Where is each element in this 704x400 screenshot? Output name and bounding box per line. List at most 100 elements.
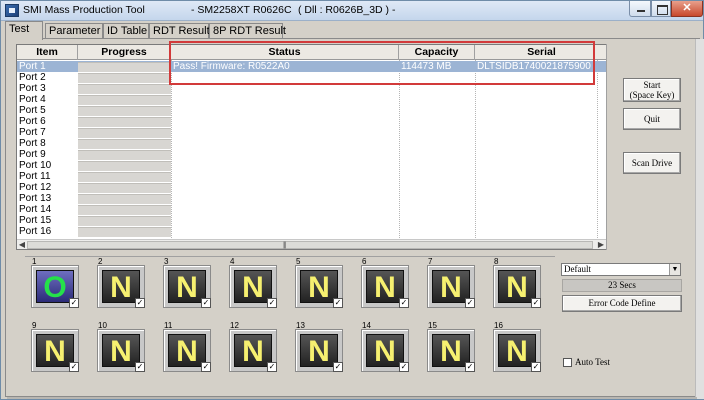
horizontal-scrollbar[interactable]: ◀ ||| ▶ <box>17 239 606 249</box>
port-enable-checkbox[interactable]: ✓ <box>69 298 79 308</box>
minimize-button[interactable] <box>629 1 651 17</box>
table-row[interactable]: Port 4 <box>17 94 606 105</box>
table-row[interactable]: Port 9 <box>17 149 606 160</box>
port-status-frame: N ✓ <box>97 329 145 372</box>
table-row[interactable]: Port 5 <box>17 105 606 116</box>
port-status-frame: N ✓ <box>163 265 211 308</box>
table-row[interactable]: Port 15 <box>17 215 606 226</box>
port-tile[interactable]: 11 N ✓ <box>157 321 215 376</box>
auto-test-checkbox[interactable]: Auto Test <box>563 357 610 368</box>
tab-id-table[interactable]: ID Table <box>103 23 149 39</box>
port-tile[interactable]: 15 N ✓ <box>421 321 479 376</box>
port-enable-checkbox[interactable]: ✓ <box>333 362 343 372</box>
app-icon <box>5 4 19 17</box>
controller-label: - SM2258XT <box>191 4 250 16</box>
port-state-letter: O <box>43 271 67 304</box>
port-tile[interactable]: 8 N ✓ <box>487 257 545 312</box>
port-enable-checkbox[interactable]: ✓ <box>69 362 79 372</box>
progress-bar <box>78 106 171 116</box>
column-header-progress[interactable]: Progress <box>78 45 171 60</box>
scroll-right-icon[interactable]: ▶ <box>596 240 606 249</box>
port-tile[interactable]: 16 N ✓ <box>487 321 545 376</box>
profile-select[interactable]: Default ▼ <box>561 263 681 276</box>
table-row[interactable]: Port 14 <box>17 204 606 215</box>
status-divider <box>7 397 697 399</box>
column-header-status[interactable]: Status <box>171 45 399 60</box>
port-item-label: Port 7 <box>19 127 46 138</box>
error-code-define-button[interactable]: Error Code Define <box>562 295 682 312</box>
progress-bar <box>78 139 171 149</box>
port-tile[interactable]: 5 N ✓ <box>289 257 347 312</box>
start-shortcut-label: (Space Key) <box>629 90 675 100</box>
table-row[interactable]: Port 7 <box>17 127 606 138</box>
table-row[interactable]: Port 10 <box>17 160 606 171</box>
start-button[interactable]: Start (Space Key) <box>623 78 681 102</box>
scroll-left-icon[interactable]: ◀ <box>17 240 27 249</box>
window-title: SMI Mass Production Tool <box>23 4 145 16</box>
table-row[interactable]: Port 6 <box>17 116 606 127</box>
port-item-label: Port 14 <box>19 204 52 215</box>
column-header-serial[interactable]: Serial <box>475 45 606 60</box>
port-status-frame: N ✓ <box>295 265 343 308</box>
list-header: Item Progress Status Capacity Serial <box>17 45 606 60</box>
tab-8p-rdt-result[interactable]: 8P RDT Result <box>209 23 286 39</box>
port-enable-checkbox[interactable]: ✓ <box>531 298 541 308</box>
table-row[interactable]: Port 2 <box>17 72 606 83</box>
port-grid: 1 O ✓ 2 N ✓ 3 N ✓ 4 N ✓ 5 N ✓ 6 N ✓ 7 N ✓ 8 N ✓ 9 N ✓ 10 N ✓ 11 N ✓ 12 N ✓ 1… <box>25 256 555 386</box>
port-tile[interactable]: 13 N ✓ <box>289 321 347 376</box>
close-button[interactable]: ✕ <box>671 1 703 17</box>
table-row[interactable]: Port 11 <box>17 171 606 182</box>
port-enable-checkbox[interactable]: ✓ <box>465 298 475 308</box>
port-enable-checkbox[interactable]: ✓ <box>531 362 541 372</box>
port-state-letter: N <box>374 271 396 304</box>
port-enable-checkbox[interactable]: ✓ <box>267 362 277 372</box>
column-header-capacity[interactable]: Capacity <box>399 45 475 60</box>
table-row[interactable]: Port 16 <box>17 226 606 237</box>
port-tile[interactable]: 12 N ✓ <box>223 321 281 376</box>
port-state-letter: N <box>110 271 132 304</box>
port-enable-checkbox[interactable]: ✓ <box>135 362 145 372</box>
port-tile[interactable]: 3 N ✓ <box>157 257 215 312</box>
port-enable-checkbox[interactable]: ✓ <box>201 298 211 308</box>
tab-parameter[interactable]: Parameter <box>45 23 103 39</box>
port-tile[interactable]: 4 N ✓ <box>223 257 281 312</box>
dll-version-label: ( Dll : R0626B_3D ) - <box>298 4 396 16</box>
port-status-frame: N ✓ <box>295 329 343 372</box>
table-row[interactable]: Port 12 <box>17 182 606 193</box>
port-enable-checkbox[interactable]: ✓ <box>465 362 475 372</box>
table-row[interactable]: Port 1 Pass! Firmware: R0522A0 114473 MB DL… <box>17 61 606 72</box>
port-enable-checkbox[interactable]: ✓ <box>399 362 409 372</box>
port-tile[interactable]: 14 N ✓ <box>355 321 413 376</box>
port-enable-checkbox[interactable]: ✓ <box>135 298 145 308</box>
tab-rdt-result[interactable]: RDT Result <box>149 23 210 39</box>
chevron-down-icon[interactable]: ▼ <box>669 264 680 275</box>
port-tile[interactable]: 6 N ✓ <box>355 257 413 312</box>
tab-test[interactable]: Test <box>5 21 43 40</box>
port-status-list[interactable]: Item Progress Status Capacity Serial Por… <box>16 44 607 250</box>
port-tile[interactable]: 2 N ✓ <box>91 257 149 312</box>
port-enable-checkbox[interactable]: ✓ <box>333 298 343 308</box>
window-scrollbar[interactable] <box>695 39 704 399</box>
port-tile[interactable]: 9 N ✓ <box>25 321 83 376</box>
column-header-item[interactable]: Item <box>17 45 78 60</box>
profile-value: Default <box>564 264 591 274</box>
table-row[interactable]: Port 3 <box>17 83 606 94</box>
progress-bar <box>78 227 171 237</box>
title-bar[interactable]: SMI Mass Production Tool - SM2258XT R062… <box>1 1 703 21</box>
scan-drive-button[interactable]: Scan Drive <box>623 152 681 174</box>
port-tile[interactable]: 1 O ✓ <box>25 257 83 312</box>
serial-cell: DLTSIDB1740021875900 <box>477 61 591 72</box>
checkbox-icon[interactable] <box>563 358 572 368</box>
table-row[interactable]: Port 8 <box>17 138 606 149</box>
maximize-button[interactable] <box>651 1 671 17</box>
progress-bar <box>78 172 171 182</box>
progress-bar <box>78 117 171 127</box>
scrollbar-thumb[interactable]: ||| <box>27 241 593 249</box>
table-row[interactable]: Port 13 <box>17 193 606 204</box>
quit-button[interactable]: Quit <box>623 108 681 130</box>
port-tile[interactable]: 10 N ✓ <box>91 321 149 376</box>
port-tile[interactable]: 7 N ✓ <box>421 257 479 312</box>
port-enable-checkbox[interactable]: ✓ <box>399 298 409 308</box>
port-enable-checkbox[interactable]: ✓ <box>201 362 211 372</box>
port-enable-checkbox[interactable]: ✓ <box>267 298 277 308</box>
